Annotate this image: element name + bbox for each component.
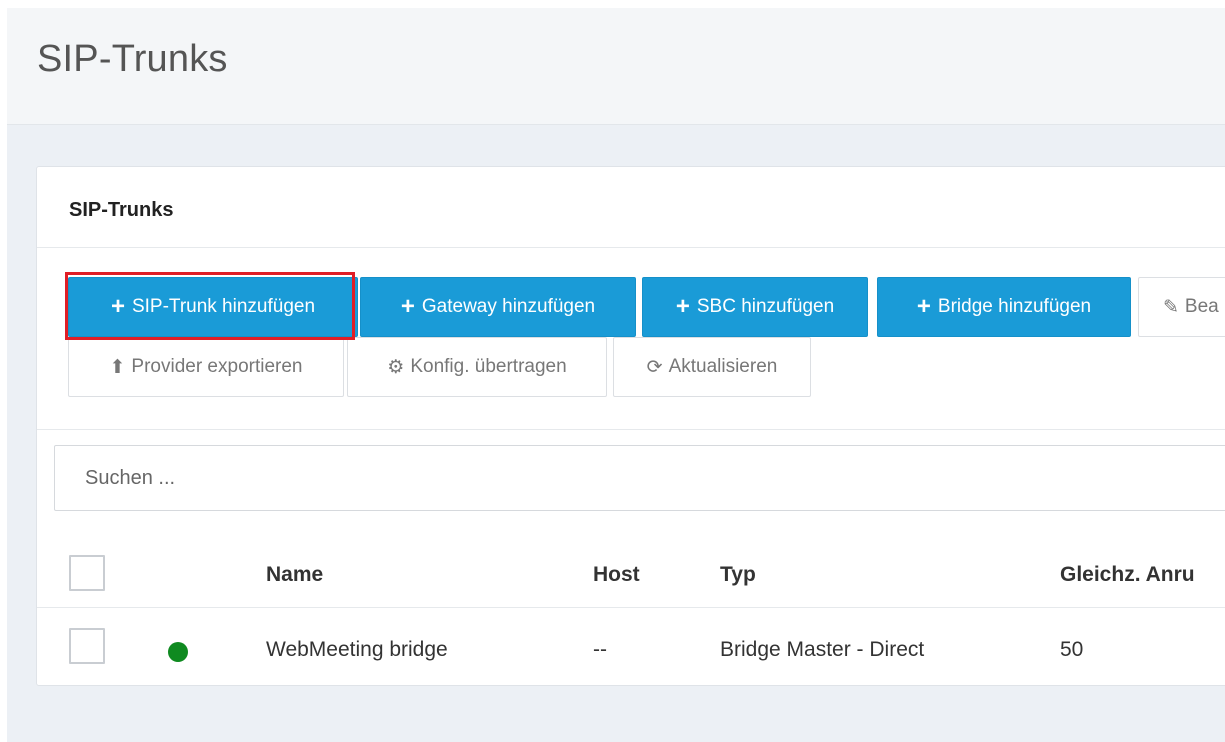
trunk-concurrent-calls: 50 <box>1060 638 1084 661</box>
trunk-name: WebMeeting bridge <box>266 638 448 661</box>
gear-icon: ⚙ <box>387 356 405 378</box>
sip-trunks-panel: SIP-Trunks + SIP-Trunk hinzufügen + Gate… <box>36 166 1225 686</box>
upload-icon: ⬆ <box>109 356 126 378</box>
panel-heading: SIP-Trunks <box>37 167 1225 248</box>
highlight-box <box>65 272 355 340</box>
column-header-name[interactable]: Name <box>266 563 323 587</box>
edit-label: Bea <box>1184 296 1219 317</box>
select-all-checkbox[interactable] <box>69 555 105 591</box>
table-row[interactable]: WebMeeting bridge -- Bridge Master - Dir… <box>37 608 1225 684</box>
column-header-concurrent-calls[interactable]: Gleichz. Anru <box>1060 563 1195 587</box>
toolbar-divider <box>37 429 1225 430</box>
page-header: SIP-Trunks <box>7 8 1225 125</box>
plus-icon: + <box>675 293 690 320</box>
pencil-icon: ✎ <box>1163 296 1179 318</box>
transfer-config-label: Konfig. übertragen <box>410 356 567 377</box>
refresh-button[interactable]: ⟳ Aktualisieren <box>613 337 811 397</box>
export-provider-label: Provider exportieren <box>131 356 303 377</box>
plus-icon: + <box>400 293 415 320</box>
edit-button[interactable]: ✎ Bea <box>1138 277 1225 337</box>
plus-icon: + <box>916 293 931 320</box>
refresh-label: Aktualisieren <box>668 356 778 377</box>
add-bridge-button[interactable]: + Bridge hinzufügen <box>877 277 1131 337</box>
row-checkbox[interactable] <box>69 628 105 664</box>
panel-title: SIP-Trunks <box>69 199 174 221</box>
transfer-config-button[interactable]: ⚙ Konfig. übertragen <box>347 337 607 397</box>
status-online-icon <box>168 642 188 662</box>
refresh-icon: ⟳ <box>646 356 663 378</box>
export-provider-button[interactable]: ⬆ Provider exportieren <box>68 337 344 397</box>
trunk-type: Bridge Master - Direct <box>720 638 925 661</box>
add-gateway-label: Gateway hinzufügen <box>421 296 596 317</box>
add-bridge-label: Bridge hinzufügen <box>937 296 1092 317</box>
column-header-host[interactable]: Host <box>593 563 640 587</box>
add-sbc-button[interactable]: + SBC hinzufügen <box>642 277 868 337</box>
page-title: SIP-Trunks <box>37 38 228 80</box>
add-sbc-label: SBC hinzufügen <box>696 296 835 317</box>
content-wrapper: SIP-Trunks SIP-Trunks + SIP-Trunk hinzuf… <box>7 8 1225 742</box>
search-input[interactable] <box>54 445 1225 511</box>
table-header: Name Host Typ Gleichz. Anru <box>37 531 1225 608</box>
add-gateway-button[interactable]: + Gateway hinzufügen <box>360 277 636 337</box>
trunk-host: -- <box>593 638 607 661</box>
column-header-type[interactable]: Typ <box>720 563 756 587</box>
